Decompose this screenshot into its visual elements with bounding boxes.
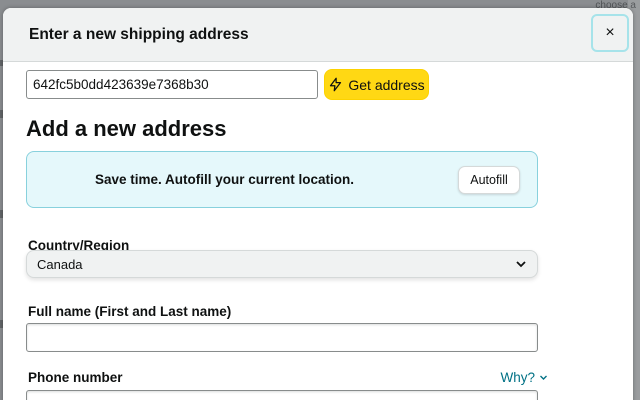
phone-input[interactable] (26, 390, 538, 400)
get-address-button[interactable]: Get address (324, 69, 429, 100)
chevron-down-icon (516, 261, 526, 268)
why-link-label: Why? (500, 370, 535, 385)
form-heading: Add a new address (26, 116, 227, 141)
autofill-message: Save time. Autofill your current locatio… (95, 172, 355, 187)
get-address-label: Get address (348, 76, 425, 93)
lightning-icon (330, 77, 342, 92)
why-link[interactable]: Why? (500, 370, 548, 385)
full-name-label: Full name (First and Last name) (28, 304, 232, 319)
modal-header: Enter a new shipping address × (3, 8, 633, 62)
autofill-button[interactable]: Autofill (458, 166, 520, 194)
close-button[interactable]: × (591, 14, 629, 52)
country-select[interactable]: Canada (26, 250, 538, 278)
modal-title: Enter a new shipping address (29, 26, 249, 43)
address-lookup-row: Get address (26, 69, 429, 100)
country-selected-value: Canada (37, 256, 83, 272)
close-icon: × (605, 24, 615, 41)
autofill-banner: Save time. Autofill your current locatio… (26, 151, 538, 208)
chevron-down-icon (540, 375, 547, 380)
full-name-input[interactable] (26, 323, 538, 352)
address-code-input[interactable] (26, 70, 318, 99)
phone-label: Phone number (28, 370, 123, 385)
